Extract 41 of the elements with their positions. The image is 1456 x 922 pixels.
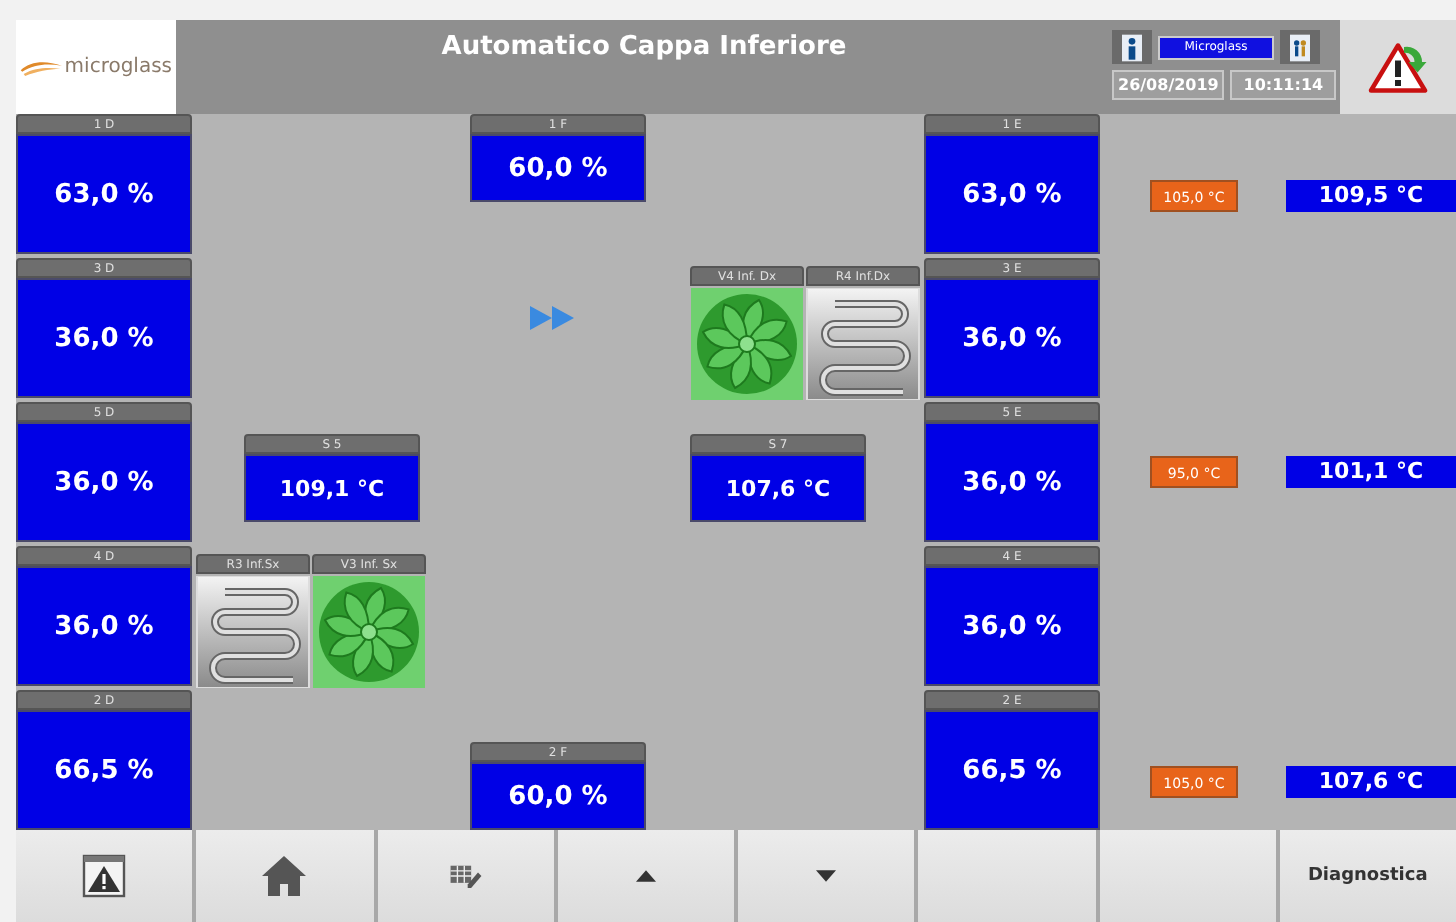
value-display: 60,0 % [470,762,646,830]
heater-icon [196,576,310,688]
home-button[interactable] [196,830,373,922]
caret-down-icon [816,870,837,882]
value-display: 36,0 % [924,566,1100,686]
warning-icon [1368,39,1428,95]
down-button[interactable] [738,830,915,922]
alarm-button[interactable] [16,830,193,922]
person-icon [1122,33,1142,61]
value-display: 36,0 % [924,278,1100,398]
fan-icon [312,576,426,688]
table-edit-icon [449,864,482,888]
up-button[interactable] [557,830,734,922]
logo-text: microglass [64,56,172,78]
value-display: 107,6 °C [690,454,866,522]
value-display: 66,5 % [16,710,192,830]
diagnostics-button[interactable]: Diagnostica [1279,830,1456,922]
value-display: 36,0 % [16,566,192,686]
value-display: 63,0 % [924,134,1100,254]
value-display: 63,0 % [16,134,192,254]
temperature-display: 101,1 °C [1286,456,1456,488]
footer-button[interactable] [918,830,1095,922]
value-display: 109,1 °C [244,454,420,522]
value-display: 36,0 % [924,422,1100,542]
footer-button[interactable] [1099,830,1276,922]
users-icon [1290,33,1310,61]
temperature-display: 109,5 °C [1286,180,1456,212]
value-display: 60,0 % [470,134,646,202]
screen-title: Automatico Cappa Inferiore [439,30,849,66]
value-display: 36,0 % [16,278,192,398]
fast-forward-icon [528,304,576,332]
caret-up-icon [635,870,656,882]
date-field: 26/08/2019 [1112,70,1225,100]
heater-icon [806,288,920,400]
value-display: 36,0 % [16,422,192,542]
home-icon [260,854,309,898]
value-display: 66,5 % [924,710,1100,830]
fan-icon [690,288,804,400]
temperature-display: 107,6 °C [1286,766,1456,798]
alarm-list-icon [82,854,127,898]
time-field: 10:11:14 [1230,70,1336,100]
